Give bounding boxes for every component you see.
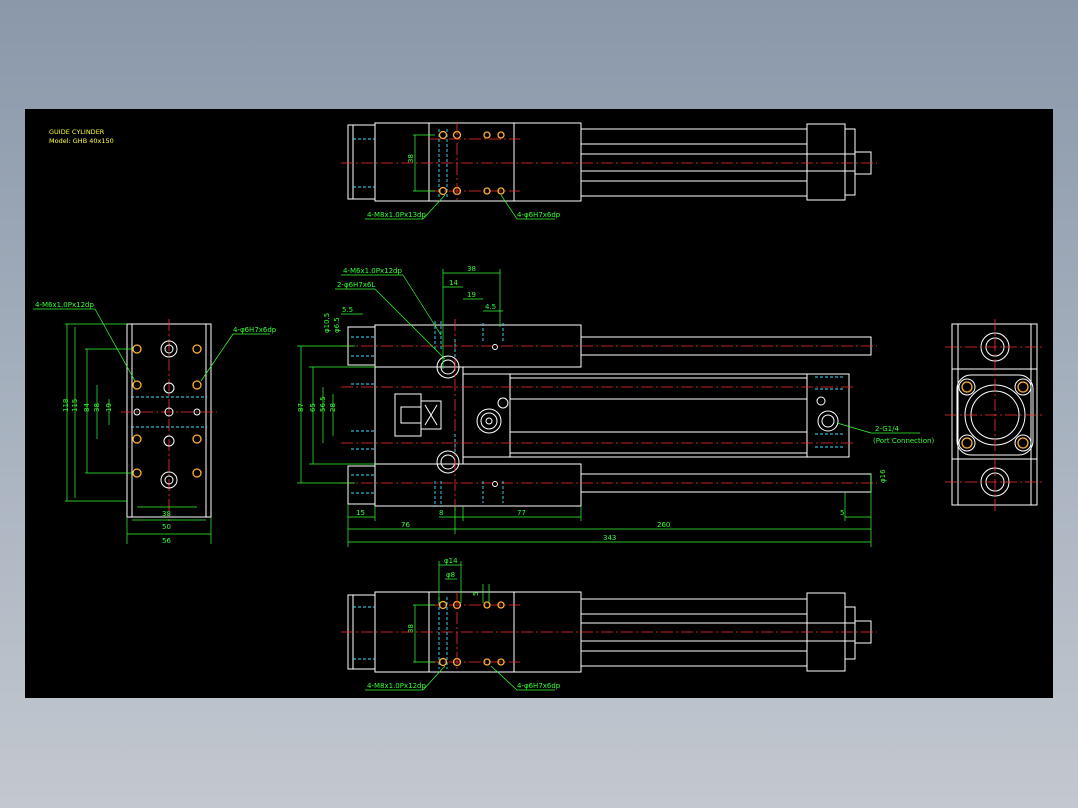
- dim-m-14: 14: [449, 279, 458, 287]
- technical-drawing: .o { stroke:#ffffff; stroke-width:1; fil…: [33, 122, 1045, 691]
- callout-main-phi6: 2-φ6H7x6L: [337, 281, 375, 289]
- dim-left-38v: 38: [93, 403, 101, 412]
- dim-m-phi16: φ16: [879, 469, 887, 483]
- dim-m-15: 15: [356, 509, 365, 517]
- dim-m-55: 5.5: [342, 306, 353, 314]
- dim-m-5: 5: [840, 509, 844, 517]
- front-view: 38 14 19 4.5 5.5 φ10.5 φ6.5 87 65 56.5 2…: [297, 265, 934, 547]
- dim-m-19: 19: [467, 291, 476, 299]
- dim-left-38h: 38: [162, 510, 171, 518]
- callout-port: 2-G1/4: [875, 425, 899, 433]
- dim-bot-14: φ14: [444, 557, 458, 565]
- callout-left-tl: 4-M6x1.0Px12dp: [35, 301, 94, 309]
- dim-m-105: φ10.5: [323, 313, 331, 333]
- callout-bottom-left: 4-M8x1.0Px12dp: [367, 682, 426, 690]
- dim-left-118: 118: [62, 399, 70, 412]
- dim-m-76: 76: [401, 521, 410, 529]
- callout-top-right: 4-φ6H7x6dp: [517, 211, 561, 219]
- dim-left-115: 115: [71, 399, 79, 412]
- dim-m-45: 4.5: [485, 303, 496, 311]
- dim-left-50: 50: [162, 523, 171, 531]
- title-block: GUIDE CYLINDER Model: GHB 40x150: [49, 128, 114, 145]
- callout-top-left: 4-M8x1.0Px13dp: [367, 211, 426, 219]
- right-end-view: [945, 319, 1045, 511]
- dim-bot-38: 38: [407, 624, 415, 633]
- callout-bottom-right: 4-φ6H7x6dp: [517, 682, 561, 690]
- dim-bot-8: φ8: [446, 571, 455, 579]
- dim-m-28: 28: [329, 403, 337, 412]
- dim-top-38: 38: [407, 154, 415, 163]
- dim-left-56: 56: [162, 537, 171, 545]
- bottom-view: 38 φ14 φ8 5 4-M8x1.0Px12dp 4-φ6H7x6dp: [341, 557, 877, 691]
- dim-left-19: 19: [105, 403, 113, 412]
- left-end-view: 118 115 84 38 19 38 50 56 4-M6x1.0Px12dp…: [33, 301, 277, 545]
- dim-m-8: 8: [439, 509, 443, 517]
- dim-m-38: 38: [467, 265, 476, 273]
- dim-m-77: 77: [517, 509, 526, 517]
- callout-left-tr: 4-φ6H7x6dp: [233, 326, 277, 334]
- dim-m-565: 56.5: [319, 396, 327, 412]
- title-line-1: GUIDE CYLINDER: [49, 128, 105, 136]
- dim-m-343: 343: [603, 534, 616, 542]
- dim-m-65v: 65: [309, 403, 317, 412]
- cad-viewport[interactable]: .o { stroke:#ffffff; stroke-width:1; fil…: [25, 109, 1053, 698]
- dim-bot-5: 5: [472, 592, 480, 596]
- dim-m-260: 260: [657, 521, 670, 529]
- top-view: 38 4-M8x1.0Px13dp 4-φ6H7x6dp: [341, 122, 877, 220]
- dim-left-84: 84: [83, 403, 91, 412]
- dim-m-65: φ6.5: [333, 317, 341, 333]
- callout-port-note: (Port Connection): [873, 437, 934, 445]
- title-line-2: Model: GHB 40x150: [49, 137, 114, 145]
- dim-m-87: 87: [297, 403, 305, 412]
- callout-main-m6: 4-M6x1.0Px12dp: [343, 267, 402, 275]
